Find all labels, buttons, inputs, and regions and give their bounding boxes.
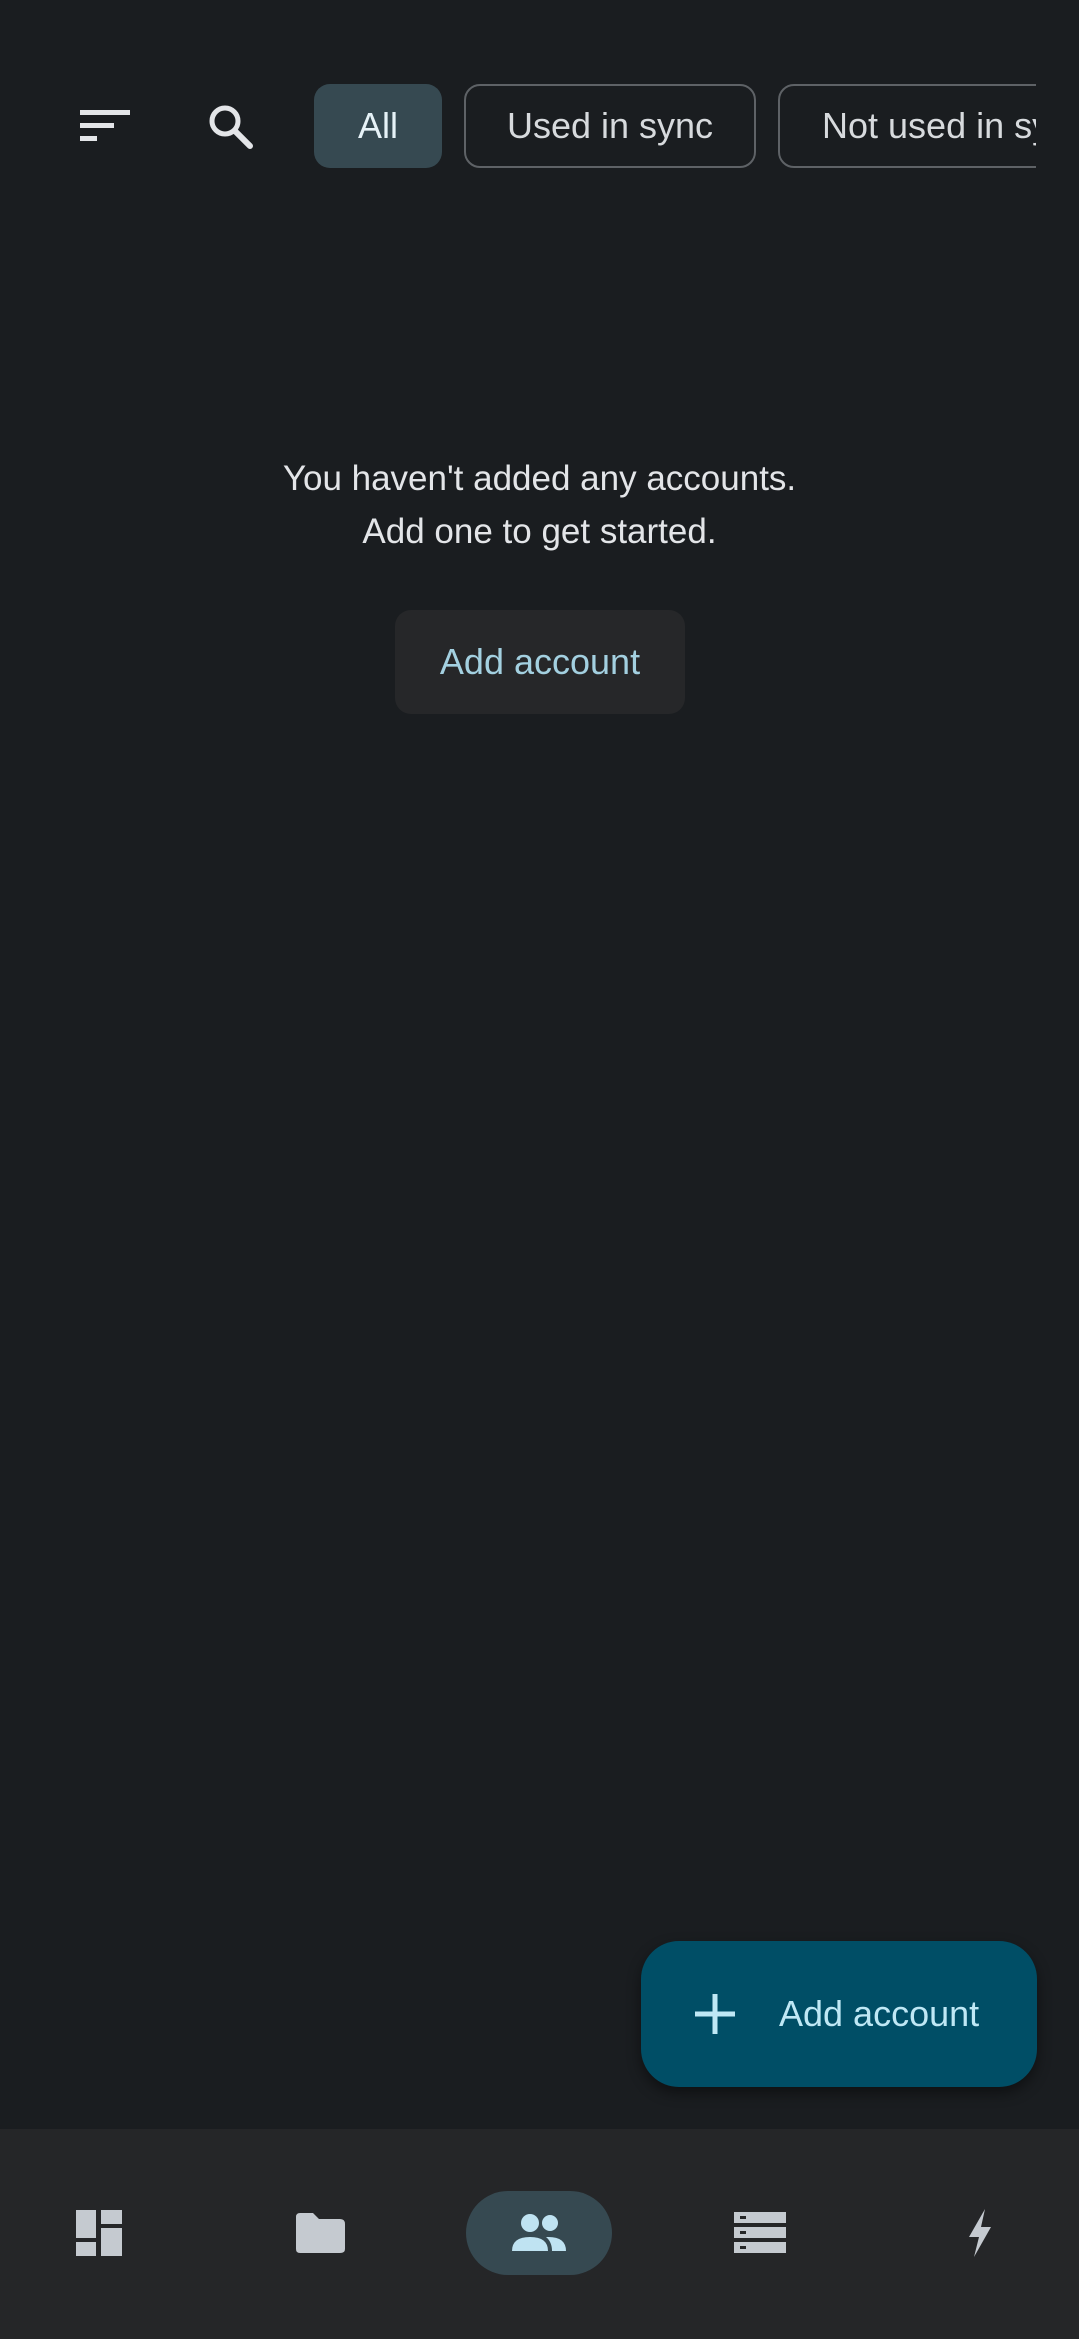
nav-accounts[interactable]: [466, 2191, 612, 2275]
dashboard-icon: [76, 2210, 122, 2256]
accounts-screen: All Used in sync Not used in sync You ha…: [0, 0, 1079, 2339]
nav-dashboard[interactable]: [49, 2191, 149, 2275]
filter-bar: All Used in sync Not used in sync: [0, 0, 1079, 200]
folder-icon: [296, 2213, 345, 2253]
empty-state-message-line2: Add one to get started.: [362, 512, 717, 551]
sort-button[interactable]: [57, 78, 153, 174]
sort-icon: [80, 110, 130, 141]
chip-used-in-sync[interactable]: Used in sync: [464, 84, 756, 168]
list-icon: [734, 2212, 786, 2253]
bolt-icon: [969, 2209, 991, 2257]
accounts-icon: [512, 2214, 566, 2251]
chip-all[interactable]: All: [314, 84, 442, 168]
filter-chips: All Used in sync Not used in sync: [314, 84, 1036, 169]
empty-state: You haven't added any accounts. Add one …: [0, 452, 1079, 558]
search-icon: [209, 105, 253, 149]
nav-actions[interactable]: [930, 2191, 1030, 2275]
bottom-navigation: [0, 2129, 1079, 2339]
empty-state-message-line1: You haven't added any accounts.: [282, 459, 797, 498]
chip-not-used-in-sync[interactable]: Not used in sync: [778, 84, 1036, 168]
add-account-button[interactable]: Add account: [395, 610, 685, 714]
nav-folders[interactable]: [270, 2191, 370, 2275]
search-button[interactable]: [182, 78, 278, 174]
fab-label: Add account: [779, 1993, 980, 2034]
add-account-fab[interactable]: Add account: [641, 1941, 1037, 2087]
nav-list[interactable]: [710, 2191, 810, 2275]
plus-icon: [691, 1990, 739, 2038]
